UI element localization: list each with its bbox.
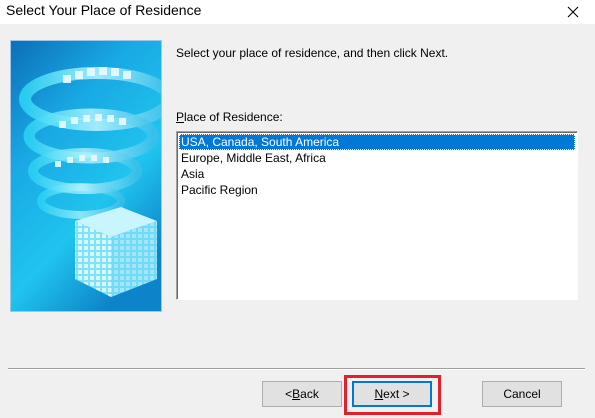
spiral-cubes-illustration [11, 41, 161, 311]
place-of-residence-label: Place of Residence: [176, 110, 283, 124]
instruction-text: Select your place of residence, and then… [176, 46, 449, 60]
list-item[interactable]: USA, Canada, South America [179, 134, 575, 150]
cancel-button[interactable]: Cancel [482, 381, 562, 407]
next-button[interactable]: Next > [352, 381, 432, 407]
setup-wizard-image [10, 40, 162, 312]
list-item[interactable]: Europe, Middle East, Africa [179, 150, 575, 166]
next-label: ext > [383, 387, 410, 401]
back-accelerator: B [292, 387, 301, 401]
label-accelerator: P [176, 110, 185, 124]
footer-divider [8, 368, 585, 370]
back-label: ack [300, 387, 319, 401]
back-prefix: < [285, 387, 293, 401]
place-of-residence-listbox[interactable]: USA, Canada, South America Europe, Middl… [176, 131, 578, 300]
next-accelerator: N [374, 387, 384, 401]
back-button[interactable]: < Back [262, 381, 342, 407]
list-item[interactable]: Asia [179, 166, 575, 182]
close-icon [567, 6, 579, 18]
close-button[interactable] [551, 0, 595, 24]
label-text: lace of Residence: [184, 110, 283, 124]
list-item[interactable]: Pacific Region [179, 182, 575, 198]
title-bar: Select Your Place of Residence [0, 0, 595, 24]
window-title: Select Your Place of Residence [6, 2, 202, 18]
